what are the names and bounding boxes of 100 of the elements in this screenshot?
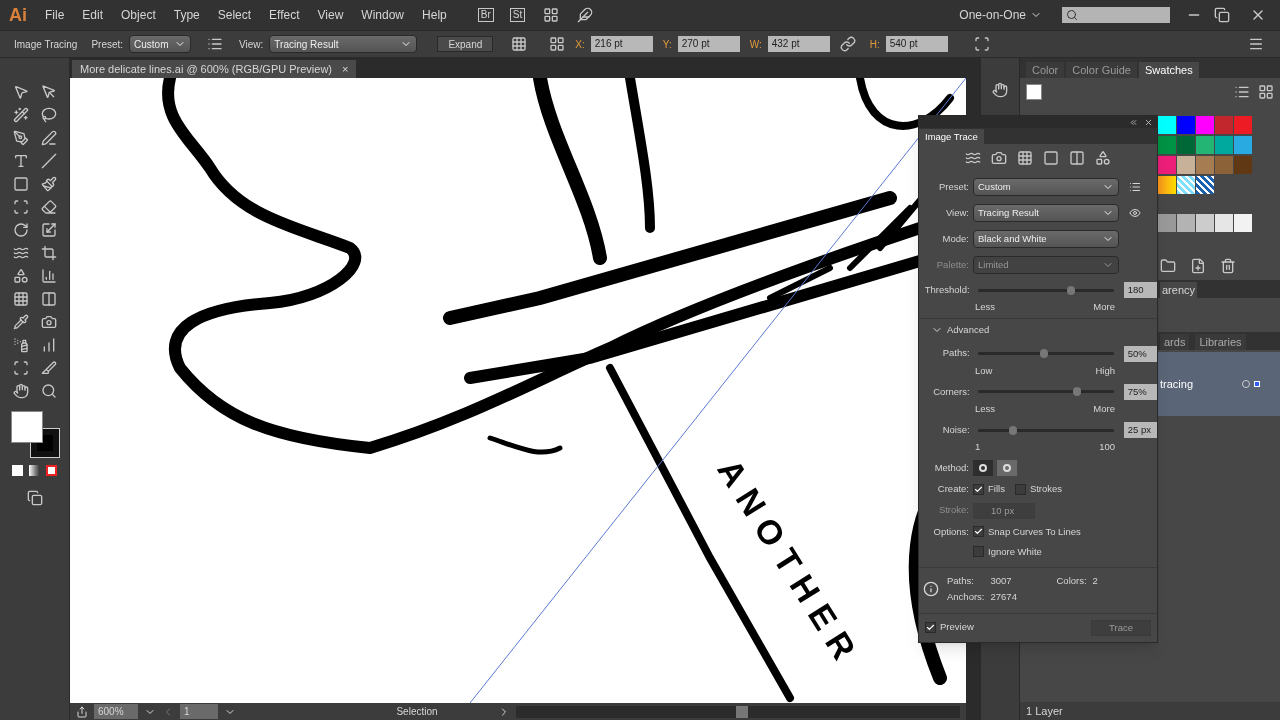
color-swatch[interactable] bbox=[1196, 136, 1214, 154]
color-swatch[interactable] bbox=[1177, 136, 1195, 154]
close-tab-button[interactable]: × bbox=[342, 60, 349, 78]
checkbox[interactable] bbox=[1014, 483, 1026, 495]
mode-dropdown[interactable]: Black and White bbox=[973, 230, 1119, 248]
method-toggle[interactable] bbox=[997, 460, 1017, 477]
stroke-field[interactable]: 10 px bbox=[973, 502, 1035, 519]
camera-icon[interactable] bbox=[991, 150, 1007, 166]
folder-icon[interactable] bbox=[1160, 258, 1176, 274]
coordinate-field[interactable]: 432 pt bbox=[767, 36, 830, 52]
slider-thumb[interactable] bbox=[1008, 425, 1017, 435]
color-swatch[interactable] bbox=[1196, 176, 1214, 194]
restore-icon[interactable] bbox=[1214, 7, 1230, 23]
preset-dropdown[interactable]: Custom bbox=[973, 178, 1119, 196]
color-swatch[interactable] bbox=[1196, 156, 1214, 174]
menu-item[interactable]: Type bbox=[164, 6, 209, 24]
paintbrush-icon[interactable] bbox=[40, 176, 57, 192]
none-mode-swatch[interactable] bbox=[46, 465, 57, 476]
menu-item[interactable]: Object bbox=[112, 6, 165, 24]
color-swatch[interactable] bbox=[1177, 176, 1195, 194]
color-swatch[interactable] bbox=[1234, 214, 1252, 232]
direct-selection-arrow-icon[interactable] bbox=[40, 84, 57, 100]
color-mode-swatch[interactable] bbox=[12, 465, 23, 476]
menu-item[interactable]: Help bbox=[413, 6, 456, 24]
curvature-pen-icon[interactable] bbox=[40, 130, 57, 146]
preset-menu-icon[interactable] bbox=[1129, 181, 1141, 193]
link-icon[interactable] bbox=[839, 36, 856, 52]
fill-stroke-icon[interactable] bbox=[1026, 84, 1042, 100]
panel-icon[interactable] bbox=[207, 36, 224, 52]
color-swatch[interactable] bbox=[1158, 156, 1176, 174]
transform-icon[interactable] bbox=[973, 36, 990, 52]
expand-button[interactable]: Expand bbox=[437, 36, 494, 52]
share-icon[interactable] bbox=[76, 705, 88, 718]
rectangle-icon[interactable] bbox=[12, 176, 29, 192]
trash-icon[interactable] bbox=[1220, 258, 1236, 274]
search-field[interactable] bbox=[1062, 7, 1170, 23]
color-swatch[interactable] bbox=[1158, 214, 1176, 232]
slice-icon[interactable] bbox=[40, 360, 57, 376]
color-swatch[interactable] bbox=[1177, 116, 1195, 134]
color-swatch[interactable] bbox=[1234, 116, 1252, 134]
close-icon[interactable] bbox=[1144, 117, 1153, 127]
magic-wand-icon[interactable] bbox=[12, 107, 29, 123]
panel-tab[interactable]: ards bbox=[1160, 334, 1190, 350]
dock-icon[interactable] bbox=[992, 82, 1008, 98]
color-swatch[interactable] bbox=[1177, 156, 1195, 174]
panel-tab[interactable]: Image Trace bbox=[919, 129, 984, 144]
coordinate-field[interactable]: 540 pt bbox=[885, 36, 948, 52]
color-swatch[interactable] bbox=[1158, 116, 1176, 134]
color-swatch[interactable] bbox=[1177, 214, 1195, 232]
arrange-documents-icon[interactable] bbox=[543, 7, 560, 23]
type-icon[interactable] bbox=[12, 153, 29, 169]
grid-view-icon[interactable] bbox=[1258, 84, 1274, 100]
method-toggle[interactable] bbox=[973, 460, 993, 477]
zoom-icon[interactable] bbox=[40, 383, 57, 399]
menu-item[interactable]: Edit bbox=[73, 6, 113, 24]
layer-selection-icon[interactable] bbox=[1254, 381, 1260, 387]
feather-icon[interactable] bbox=[577, 7, 594, 23]
preset-dropdown[interactable]: Custom bbox=[129, 35, 192, 53]
color-swatch[interactable] bbox=[1158, 136, 1176, 154]
collapse-icon[interactable] bbox=[1129, 117, 1138, 127]
value-field[interactable]: 75% bbox=[1123, 383, 1157, 400]
checkbox[interactable] bbox=[973, 526, 984, 538]
line-icon[interactable] bbox=[40, 153, 57, 169]
menu-icon[interactable] bbox=[1248, 36, 1264, 52]
slider-thumb[interactable] bbox=[1072, 387, 1081, 397]
menu-item[interactable]: View bbox=[308, 6, 353, 24]
color-swatch[interactable] bbox=[1215, 156, 1233, 174]
scale-icon[interactable] bbox=[40, 222, 57, 238]
view-dropdown[interactable]: Tracing Result bbox=[269, 35, 418, 53]
gradient-mode-swatch[interactable] bbox=[29, 465, 40, 476]
view-dropdown[interactable]: Tracing Result bbox=[973, 204, 1119, 222]
selection-arrow-icon[interactable] bbox=[12, 84, 29, 100]
color-swatch[interactable] bbox=[1234, 156, 1252, 174]
menu-item[interactable]: Effect bbox=[260, 6, 309, 24]
color-swatch[interactable] bbox=[1196, 214, 1214, 232]
document-tab[interactable]: More delicate lines.ai @ 600% (RGB/GPU Preview) × bbox=[72, 60, 357, 78]
eraser-icon[interactable] bbox=[40, 199, 57, 215]
panel-tab[interactable]: Color Guide bbox=[1066, 62, 1137, 78]
checkbox[interactable] bbox=[973, 546, 984, 558]
color-swatch[interactable] bbox=[1158, 176, 1176, 194]
mesh-icon[interactable] bbox=[12, 291, 29, 307]
checkbox[interactable] bbox=[925, 622, 936, 633]
coordinate-field[interactable]: 216 pt bbox=[590, 36, 653, 52]
align-icon[interactable] bbox=[511, 36, 528, 52]
screen-mode-icon[interactable] bbox=[26, 490, 43, 506]
artboard-field[interactable]: 1 bbox=[180, 704, 218, 719]
fill-stroke-swatches[interactable] bbox=[10, 411, 59, 457]
graph-icon[interactable] bbox=[40, 268, 57, 284]
menu-item[interactable]: File bbox=[36, 6, 74, 24]
lasso-icon[interactable] bbox=[40, 107, 57, 123]
zoom-field[interactable]: 600% bbox=[94, 704, 138, 719]
color-swatch[interactable] bbox=[1215, 214, 1233, 232]
workspace-switcher[interactable]: One-on-One bbox=[959, 6, 1042, 24]
menu-item[interactable]: Select bbox=[208, 6, 261, 24]
split-square-icon[interactable] bbox=[1069, 150, 1085, 166]
bridge-button[interactable]: Br bbox=[477, 8, 494, 22]
eye-icon[interactable] bbox=[1129, 207, 1141, 219]
rotate-icon[interactable] bbox=[12, 222, 29, 238]
slider-thumb[interactable] bbox=[1067, 285, 1076, 295]
reference-point-icon[interactable] bbox=[549, 36, 566, 52]
